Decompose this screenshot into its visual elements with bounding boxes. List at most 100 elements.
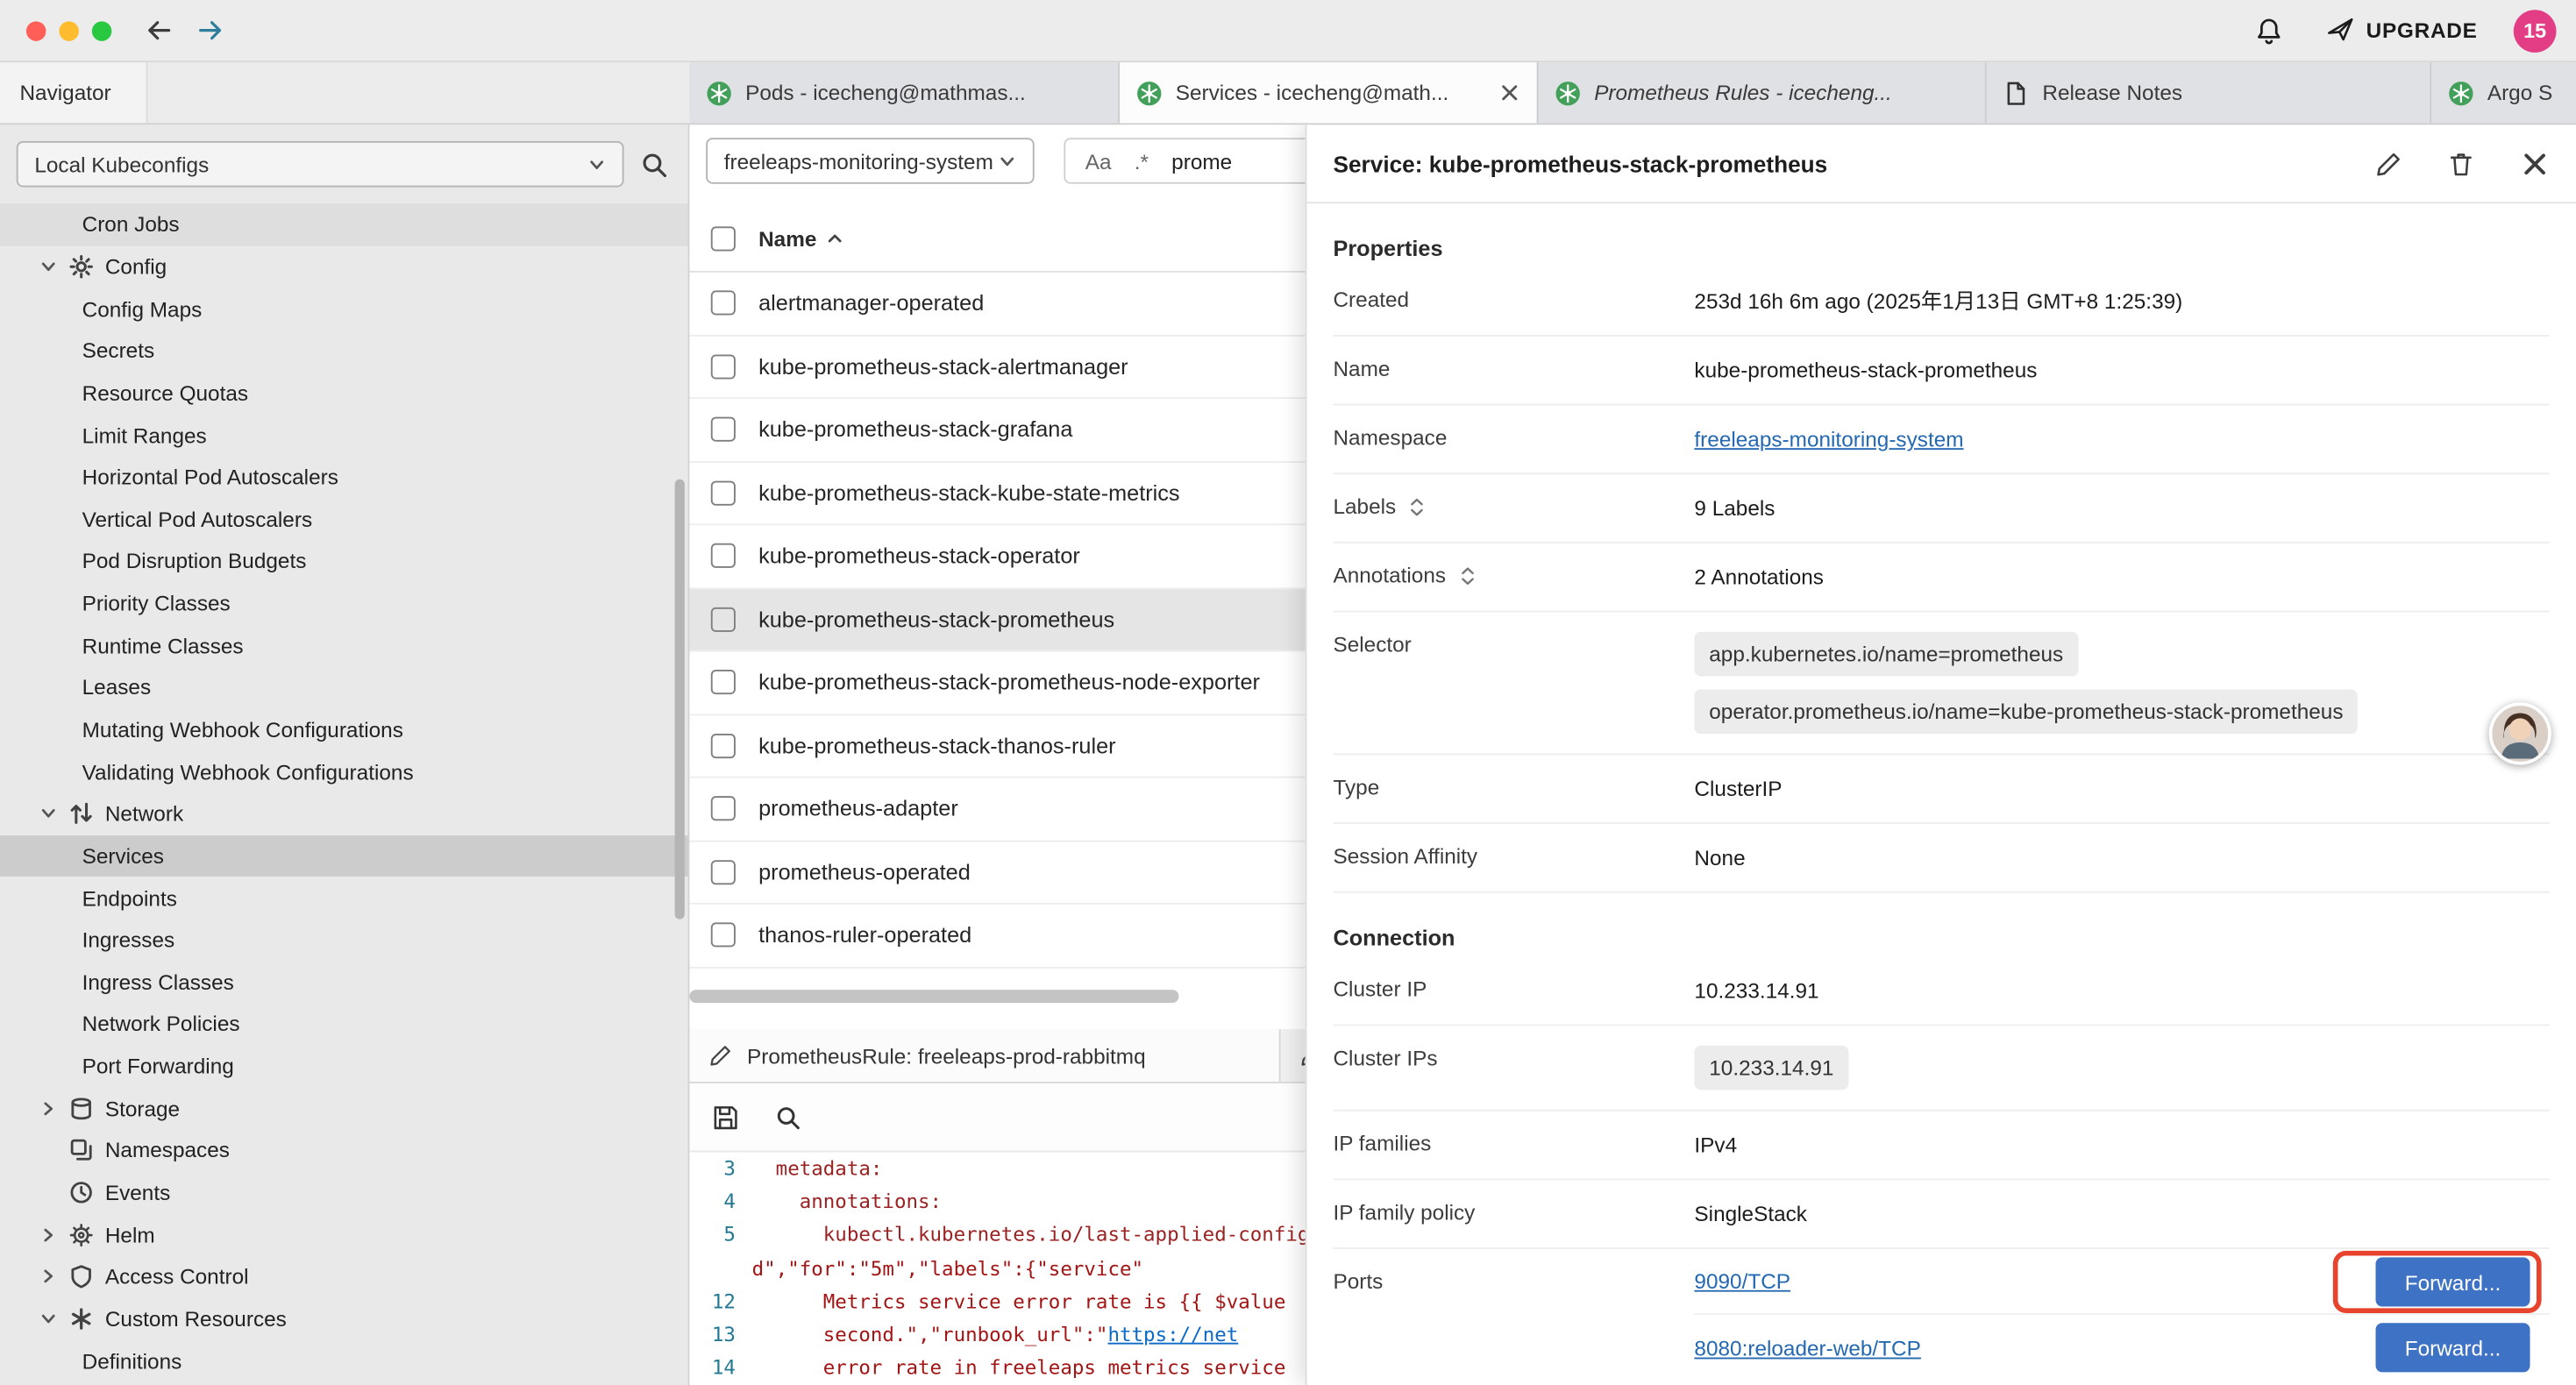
row-checkbox[interactable]	[711, 797, 736, 821]
sidebar-item-network-policies[interactable]: Network Policies	[0, 1003, 688, 1045]
sidebar-item-access-control[interactable]: Access Control	[0, 1255, 688, 1297]
row-checkbox[interactable]	[711, 291, 736, 316]
user-avatar[interactable]	[2489, 702, 2551, 764]
sidebar-item-ingress-classes[interactable]: Ingress Classes	[0, 961, 688, 1003]
select-all-checkbox[interactable]	[711, 226, 736, 251]
sidebar-item-priority-classes[interactable]: Priority Classes	[0, 582, 688, 624]
editor-search-icon[interactable]	[775, 1104, 801, 1130]
sidebar-item-cron-jobs[interactable]: Cron Jobs	[0, 203, 688, 245]
sidebar-item-config[interactable]: Config	[0, 245, 688, 288]
row-checkbox[interactable]	[711, 354, 736, 379]
namespace-link[interactable]: freeleaps-monitoring-system	[1694, 427, 1963, 451]
row-checkbox[interactable]	[711, 860, 736, 884]
sidebar-item-horizontal-pod-autoscalers[interactable]: Horizontal Pod Autoscalers	[0, 456, 688, 498]
namespace-selector[interactable]: freeleaps-monitoring-system	[706, 138, 1034, 183]
document-tabs: Pods - icecheng@mathmas...Services - ice…	[689, 62, 2576, 123]
chevron-down-icon[interactable]	[39, 805, 69, 823]
row-checkbox[interactable]	[711, 923, 736, 948]
name-column-header[interactable]: Name	[758, 226, 816, 251]
sidebar-item-services[interactable]: Services	[0, 835, 688, 877]
tab-argo-s[interactable]: Argo S	[2431, 62, 2576, 123]
minimize-window-button[interactable]	[59, 20, 78, 39]
sidebar-item-secrets[interactable]: Secrets	[0, 330, 688, 372]
scrollbar-thumb[interactable]	[689, 990, 1178, 1003]
sidebar-item-validating-webhook-configurations[interactable]: Validating Webhook Configurations	[0, 750, 688, 792]
save-icon[interactable]	[713, 1104, 739, 1130]
sidebar-item-namespaces[interactable]: Namespaces	[0, 1129, 688, 1171]
chevron-right-icon[interactable]	[39, 1268, 69, 1286]
sidebar-item-label: Ingresses	[82, 927, 175, 952]
sidebar-item-mutating-webhook-configurations[interactable]: Mutating Webhook Configurations	[0, 708, 688, 750]
sidebar-item-helm[interactable]: Helm	[0, 1213, 688, 1255]
notifications-bell-icon[interactable]	[2254, 16, 2284, 46]
row-checkbox[interactable]	[711, 417, 736, 442]
expand-toggle-icon[interactable]	[1457, 565, 1477, 585]
sidebar-item-definitions[interactable]: Definitions	[0, 1340, 688, 1382]
row-checkbox[interactable]	[711, 734, 736, 758]
close-icon[interactable]	[2520, 148, 2550, 178]
navigator-panel-tab[interactable]: Navigator	[0, 62, 148, 123]
chevron-down-icon[interactable]	[39, 258, 69, 276]
sidebar-item-endpoints[interactable]: Endpoints	[0, 877, 688, 919]
forward-button[interactable]: Forward...	[2376, 1257, 2530, 1306]
kubeconfig-selector[interactable]: Local Kubeconfigs	[17, 141, 624, 187]
sidebar-item-ingresses[interactable]: Ingresses	[0, 919, 688, 961]
chevron-right-icon[interactable]	[39, 1099, 69, 1118]
sidebar-item-label: Port Forwarding	[82, 1054, 234, 1078]
editor-tab-prometheusrule[interactable]: PrometheusRule: freeleaps-prod-rabbitmq	[689, 1029, 1280, 1082]
tab-release-notes[interactable]: Release Notes	[1987, 62, 2431, 123]
edit-icon[interactable]	[2376, 150, 2402, 176]
row-checkbox[interactable]	[711, 543, 736, 568]
forward-icon[interactable]	[197, 17, 225, 45]
sidebar-item-port-forwarding[interactable]: Port Forwarding	[0, 1045, 688, 1087]
sort-asc-icon[interactable]	[827, 230, 845, 248]
close-tab-icon[interactable]	[1499, 82, 1520, 103]
tab-services-icecheng-math[interactable]: Services - icecheng@math...	[1120, 62, 1538, 123]
delete-icon[interactable]	[2448, 150, 2474, 176]
row-checkbox[interactable]	[711, 480, 736, 505]
sidebar-item-config-maps[interactable]: Config Maps	[0, 288, 688, 330]
events-icon	[69, 1180, 94, 1204]
sidebar-search-icon[interactable]	[640, 150, 668, 178]
port-link[interactable]: 8080:reloader-web/TCP	[1694, 1333, 1920, 1361]
property-label-text: Cluster IPs	[1333, 1046, 1437, 1070]
match-case-toggle[interactable]: Aa	[1085, 148, 1112, 173]
sidebar-scrollbar[interactable]	[675, 479, 685, 920]
port-link[interactable]: 9090/TCP	[1694, 1268, 1790, 1296]
chevron-right-icon[interactable]	[39, 1225, 69, 1244]
sidebar-item-resource-quotas[interactable]: Resource Quotas	[0, 372, 688, 414]
sidebar-item-events[interactable]: Events	[0, 1171, 688, 1213]
row-checkbox[interactable]	[711, 670, 736, 694]
zoom-window-button[interactable]	[92, 20, 111, 39]
sidebar-item-limit-ranges[interactable]: Limit Ranges	[0, 414, 688, 456]
tab-label: Prometheus Rules - icecheng...	[1594, 81, 1968, 105]
property-label-text: Cluster IP	[1333, 977, 1427, 1001]
sidebar-item-pod-disruption-budgets[interactable]: Pod Disruption Budgets	[0, 540, 688, 582]
notification-count-badge[interactable]: 15	[2514, 9, 2557, 52]
property-label-text: Session Affinity	[1333, 843, 1477, 868]
sidebar-item-runtime-classes[interactable]: Runtime Classes	[0, 624, 688, 666]
back-icon[interactable]	[145, 17, 173, 45]
regex-toggle[interactable]: .*	[1135, 148, 1149, 173]
row-checkbox[interactable]	[711, 607, 736, 631]
navigator-tree: Cron JobsConfigConfig MapsSecretsResourc…	[0, 203, 688, 1385]
property-row-ip-family-policy: IP family policySingleStack	[1333, 1180, 2550, 1249]
sidebar-item-custom-resources[interactable]: Custom Resources	[0, 1298, 688, 1340]
forward-button[interactable]: Forward...	[2376, 1323, 2530, 1372]
chevron-down-icon[interactable]	[39, 1310, 69, 1328]
upgrade-button[interactable]: UPGRADE	[2327, 17, 2478, 45]
sidebar-item-network[interactable]: Network	[0, 792, 688, 835]
sidebar-item-vertical-pod-autoscalers[interactable]: Vertical Pod Autoscalers	[0, 498, 688, 540]
sidebar-item-label: Network Policies	[82, 1012, 240, 1036]
tab-prometheus-rules-icecheng[interactable]: Prometheus Rules - icecheng...	[1539, 62, 1987, 123]
property-row-cluster-ip: Cluster IP10.233.14.91	[1333, 957, 2550, 1026]
expand-toggle-icon[interactable]	[1407, 496, 1427, 515]
property-label: Created	[1333, 288, 1694, 312]
property-value: SingleStack	[1694, 1200, 2550, 1228]
sidebar-item-leases[interactable]: Leases	[0, 666, 688, 708]
tab-pods-icecheng-mathmas[interactable]: Pods - icecheng@mathmas...	[689, 62, 1120, 123]
chevron-down-icon	[39, 1310, 58, 1328]
sidebar-item-storage[interactable]: Storage	[0, 1087, 688, 1129]
close-window-button[interactable]	[26, 20, 46, 39]
horizontal-scrollbar[interactable]	[689, 990, 1305, 1006]
